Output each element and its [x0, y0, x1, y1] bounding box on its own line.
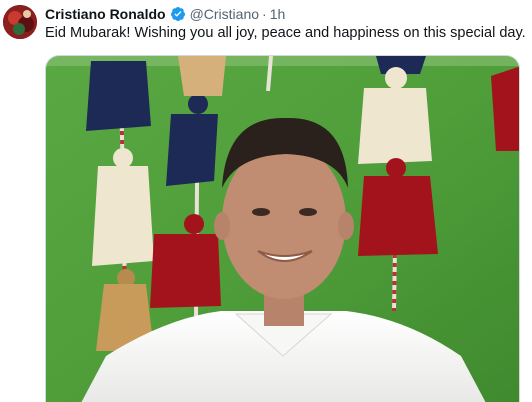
author-handle[interactable]: @Cristiano: [190, 6, 259, 22]
separator-dot: ·: [262, 6, 267, 22]
tweet-photo[interactable]: [45, 55, 520, 402]
tweet-header: Cristiano Ronaldo @Cristiano · 1h: [45, 5, 285, 23]
avatar-image: [3, 5, 37, 39]
tweet-card[interactable]: Cristiano Ronaldo @Cristiano · 1h Eid Mu…: [0, 0, 532, 402]
timestamp[interactable]: 1h: [270, 6, 286, 22]
photo-image: [46, 56, 519, 402]
tweet-text: Eid Mubarak! Wishing you all joy, peace …: [45, 25, 526, 41]
avatar[interactable]: [3, 5, 37, 39]
author-name[interactable]: Cristiano Ronaldo: [45, 6, 166, 22]
verified-badge-icon: [170, 6, 186, 22]
